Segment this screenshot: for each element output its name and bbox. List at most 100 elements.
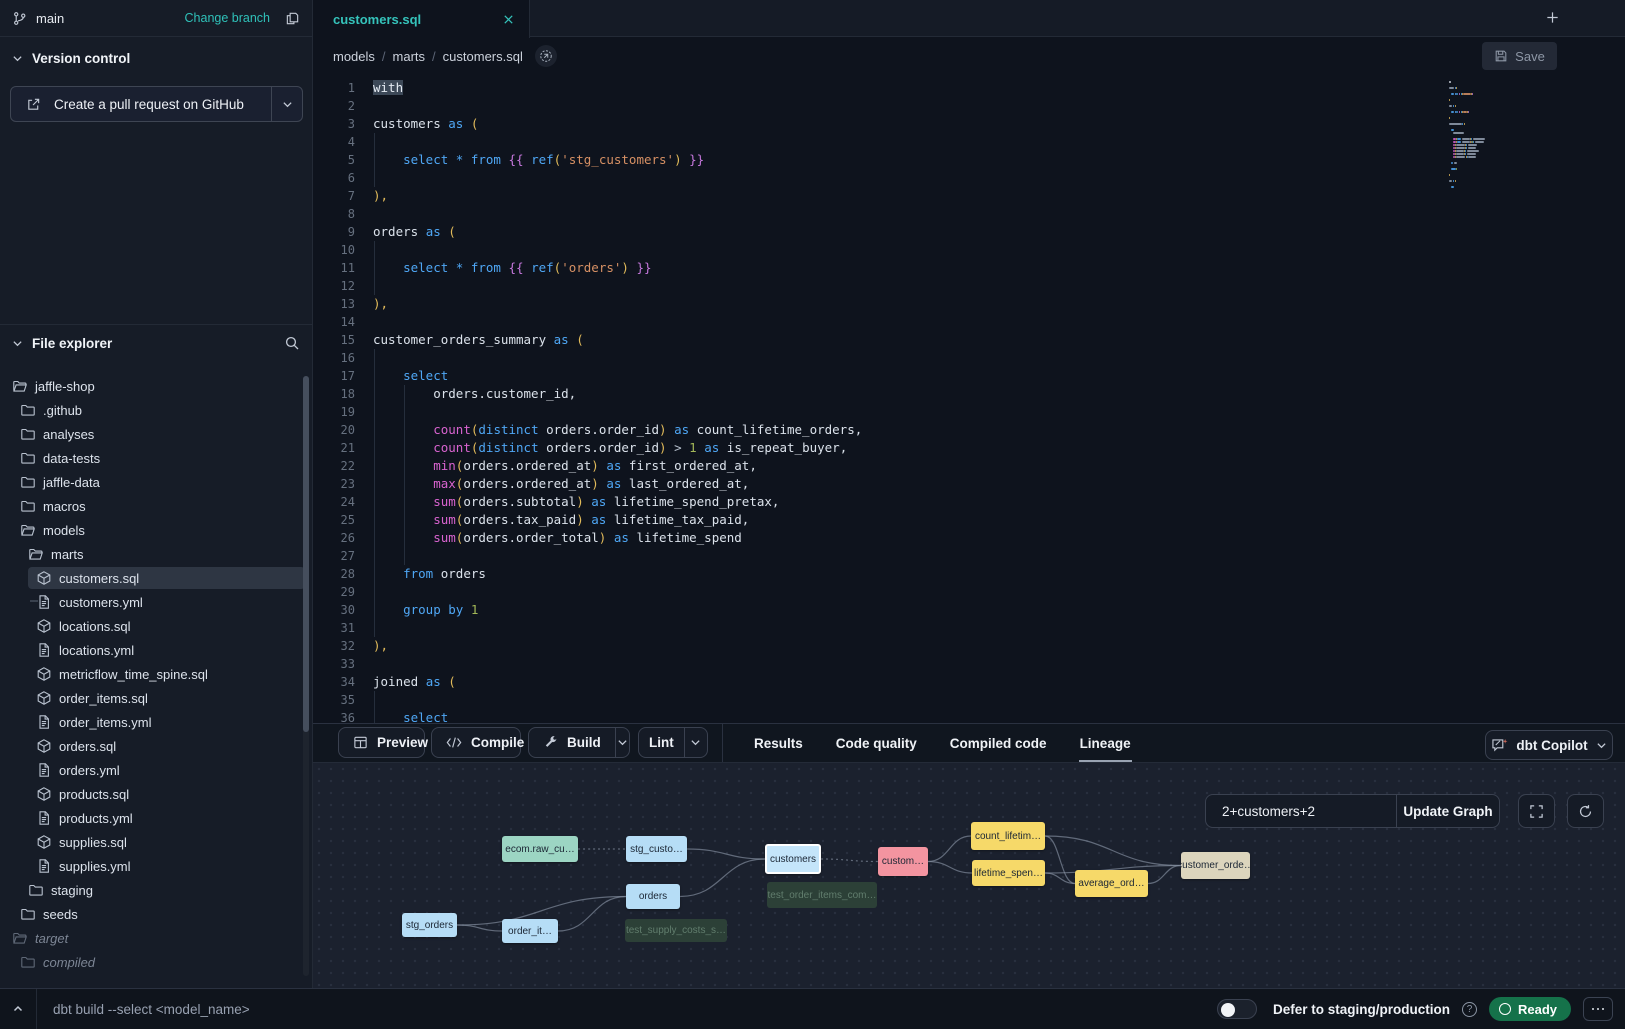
scrollbar-thumb[interactable] bbox=[303, 376, 309, 732]
code-line-3[interactable]: 3customers as ( bbox=[313, 115, 1625, 133]
tree-item-orders.sql[interactable]: orders.sql bbox=[0, 734, 312, 758]
code-line-1[interactable]: 1with bbox=[313, 79, 1625, 97]
change-branch-link[interactable]: Change branch bbox=[185, 11, 270, 25]
code-line-16[interactable]: 16 bbox=[313, 349, 1625, 367]
lineage-node-ecom_raw[interactable]: ecom.raw_cu… bbox=[502, 836, 578, 862]
code-line-17[interactable]: 17 select bbox=[313, 367, 1625, 385]
tab-customers-sql[interactable]: customers.sql bbox=[313, 0, 530, 38]
save-button[interactable]: Save bbox=[1482, 42, 1557, 70]
tree-item-locations.sql[interactable]: locations.sql bbox=[0, 614, 312, 638]
lineage-node-lifetime_spend[interactable]: lifetime_spen… bbox=[972, 860, 1045, 886]
breadcrumb-file[interactable]: customers.sql bbox=[443, 49, 523, 64]
tree-item-orders.yml[interactable]: orders.yml bbox=[0, 758, 312, 782]
code-line-10[interactable]: 10 bbox=[313, 241, 1625, 259]
refresh-button[interactable] bbox=[1567, 794, 1604, 828]
tree-item-.github[interactable]: .github bbox=[0, 398, 312, 422]
code-line-27[interactable]: 27 bbox=[313, 547, 1625, 565]
tree-item-supplies.yml[interactable]: supplies.yml bbox=[0, 854, 312, 878]
code-line-33[interactable]: 33 bbox=[313, 655, 1625, 673]
tree-item-jaffle-shop[interactable]: jaffle-shop bbox=[0, 374, 312, 398]
tree-item-metricflow-time-spine.sql[interactable]: metricflow_time_spine.sql bbox=[0, 662, 312, 686]
new-tab-icon[interactable] bbox=[1545, 10, 1560, 25]
lineage-node-count_lifetime[interactable]: count_lifetim… bbox=[971, 822, 1045, 850]
code-line-19[interactable]: 19 bbox=[313, 403, 1625, 421]
build-dropdown[interactable] bbox=[615, 728, 629, 757]
create-pr-dropdown[interactable] bbox=[271, 87, 302, 121]
code-line-4[interactable]: 4 bbox=[313, 133, 1625, 151]
code-line-2[interactable]: 2 bbox=[313, 97, 1625, 115]
build-button[interactable]: Build bbox=[528, 727, 630, 758]
tree-item-models[interactable]: models bbox=[0, 518, 312, 542]
copy-branch-icon[interactable] bbox=[285, 11, 300, 26]
code-line-34[interactable]: 34joined as ( bbox=[313, 673, 1625, 691]
minimap[interactable] bbox=[1449, 81, 1547, 201]
code-line-8[interactable]: 8 bbox=[313, 205, 1625, 223]
lineage-node-average_order[interactable]: average_ord… bbox=[1075, 870, 1148, 897]
code-line-28[interactable]: 28 from orders bbox=[313, 565, 1625, 583]
lineage-selector-input[interactable]: 2+customers+2 bbox=[1206, 795, 1396, 827]
file-explorer-header[interactable]: File explorer bbox=[0, 325, 312, 361]
tree-item-jaffle-data[interactable]: jaffle-data bbox=[0, 470, 312, 494]
lineage-node-order_items[interactable]: order_it… bbox=[502, 919, 558, 943]
create-pr-button[interactable]: Create a pull request on GitHub bbox=[10, 86, 303, 122]
tree-item-staging[interactable]: staging bbox=[0, 878, 312, 902]
code-line-7[interactable]: 7), bbox=[313, 187, 1625, 205]
tree-item-compiled[interactable]: compiled bbox=[0, 950, 312, 974]
dbt-copilot-button[interactable]: dbt Copilot bbox=[1485, 730, 1613, 760]
code-editor[interactable]: 1with23customers as (45 select * from {{… bbox=[313, 75, 1625, 723]
code-line-9[interactable]: 9orders as ( bbox=[313, 223, 1625, 241]
lint-button[interactable]: Lint bbox=[638, 727, 708, 758]
tab-compiled-code[interactable]: Compiled code bbox=[949, 734, 1048, 753]
code-line-6[interactable]: 6 bbox=[313, 169, 1625, 187]
lineage-node-orders[interactable]: orders bbox=[626, 884, 680, 909]
code-line-20[interactable]: 20 count(distinct orders.order_id) as co… bbox=[313, 421, 1625, 439]
code-line-21[interactable]: 21 count(distinct orders.order_id) > 1 a… bbox=[313, 439, 1625, 457]
compile-button[interactable]: Compile bbox=[431, 727, 521, 758]
lineage-node-stg_customers[interactable]: stg_custo… bbox=[626, 836, 687, 862]
code-line-30[interactable]: 30 group by 1 bbox=[313, 601, 1625, 619]
code-line-23[interactable]: 23 max(orders.ordered_at) as last_ordere… bbox=[313, 475, 1625, 493]
preview-button[interactable]: Preview bbox=[338, 727, 425, 758]
update-graph-button[interactable]: Update Graph bbox=[1396, 795, 1499, 827]
tree-item-customers.sql[interactable]: customers.sql bbox=[0, 566, 312, 590]
code-line-12[interactable]: 12 bbox=[313, 277, 1625, 295]
code-line-24[interactable]: 24 sum(orders.subtotal) as lifetime_spen… bbox=[313, 493, 1625, 511]
code-line-25[interactable]: 25 sum(orders.tax_paid) as lifetime_tax_… bbox=[313, 511, 1625, 529]
fullscreen-button[interactable] bbox=[1518, 794, 1555, 828]
code-line-22[interactable]: 22 min(orders.ordered_at) as first_order… bbox=[313, 457, 1625, 475]
code-line-29[interactable]: 29 bbox=[313, 583, 1625, 601]
lineage-node-customer_orders[interactable]: customer_orde… bbox=[1181, 852, 1250, 879]
collapse-bar-button[interactable] bbox=[0, 989, 36, 1029]
code-line-26[interactable]: 26 sum(orders.order_total) as lifetime_s… bbox=[313, 529, 1625, 547]
tree-item-target[interactable]: target bbox=[0, 926, 312, 950]
tree-item-analyses[interactable]: analyses bbox=[0, 422, 312, 446]
code-line-15[interactable]: 15customer_orders_summary as ( bbox=[313, 331, 1625, 349]
lint-dropdown[interactable] bbox=[684, 728, 707, 757]
tree-item-customers.yml[interactable]: customers.yml bbox=[0, 590, 312, 614]
tab-code-quality[interactable]: Code quality bbox=[835, 734, 918, 753]
tree-item-seeds[interactable]: seeds bbox=[0, 902, 312, 926]
tree-item-products.yml[interactable]: products.yml bbox=[0, 806, 312, 830]
code-line-5[interactable]: 5 select * from {{ ref('stg_customers') … bbox=[313, 151, 1625, 169]
version-control-header[interactable]: Version control bbox=[0, 37, 312, 79]
tree-item-supplies.sql[interactable]: supplies.sql bbox=[0, 830, 312, 854]
breadcrumb-marts[interactable]: marts bbox=[393, 49, 426, 64]
close-tab-icon[interactable] bbox=[502, 13, 515, 26]
lineage-node-custom[interactable]: custom… bbox=[878, 847, 928, 876]
command-input[interactable]: dbt build --select <model_name> bbox=[53, 1002, 250, 1017]
lineage-graph[interactable]: 2+customers+2 Update Graph stg_orders ord… bbox=[313, 762, 1625, 989]
search-icon[interactable] bbox=[284, 335, 300, 351]
help-icon[interactable]: ? bbox=[1462, 1002, 1477, 1017]
lineage-node-stg_orders[interactable]: stg_orders bbox=[402, 913, 457, 937]
tree-item-data-tests[interactable]: data-tests bbox=[0, 446, 312, 470]
file-actions-icon[interactable] bbox=[535, 45, 557, 67]
code-line-13[interactable]: 13), bbox=[313, 295, 1625, 313]
tree-item-order-items.sql[interactable]: order_items.sql bbox=[0, 686, 312, 710]
lineage-node-test_supply[interactable]: test_supply_costs_s… bbox=[625, 919, 727, 942]
more-options-button[interactable] bbox=[1583, 997, 1613, 1021]
lineage-node-test_order_items[interactable]: test_order_items_com… bbox=[767, 882, 877, 908]
code-line-14[interactable]: 14 bbox=[313, 313, 1625, 331]
code-line-36[interactable]: 36 select bbox=[313, 709, 1625, 723]
defer-toggle[interactable] bbox=[1217, 999, 1257, 1019]
sidebar-scrollbar[interactable] bbox=[303, 376, 309, 976]
